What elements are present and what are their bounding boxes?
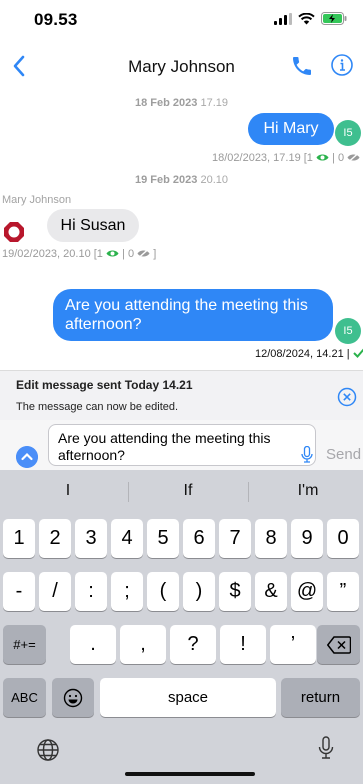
home-indicator[interactable] xyxy=(125,772,255,776)
message-meta-text: 19/02/2023, 20.10 [1 xyxy=(2,248,103,260)
key[interactable]: 1 xyxy=(3,519,35,558)
date-separator-day: 18 Feb 2023 xyxy=(135,97,198,109)
message-text: Hi Mary xyxy=(263,120,319,137)
return-key[interactable]: return xyxy=(281,678,360,717)
avatar: I5 xyxy=(335,318,361,344)
read-eye-icon xyxy=(316,154,329,161)
info-icon[interactable] xyxy=(330,53,354,77)
backspace-icon xyxy=(326,635,351,654)
chevron-up-icon[interactable] xyxy=(16,446,38,468)
status-bar: 09.53 xyxy=(0,0,363,42)
sender-name: Mary Johnson xyxy=(2,194,72,206)
battery-charging-icon xyxy=(321,12,347,25)
key[interactable]: ” xyxy=(327,572,359,611)
send-button[interactable]: Send xyxy=(326,446,361,463)
key[interactable]: & xyxy=(255,572,287,611)
unread-eye-icon xyxy=(347,152,360,163)
key[interactable]: , xyxy=(120,625,166,664)
delivered-check-icon xyxy=(352,348,363,358)
key[interactable]: @ xyxy=(291,572,323,611)
message-text: Are you attending the meeting this after… xyxy=(65,297,308,333)
suggestion-bar: I If I'm xyxy=(0,470,363,512)
message-composer: Are you attending the meeting this after… xyxy=(0,420,363,470)
key[interactable]: ( xyxy=(147,572,179,611)
message-meta-tail: | 0 xyxy=(332,152,345,164)
key[interactable]: 7 xyxy=(219,519,251,558)
key[interactable]: ’ xyxy=(270,625,316,664)
key[interactable]: . xyxy=(70,625,116,664)
contact-avatar-icon xyxy=(4,222,24,242)
key[interactable]: - xyxy=(3,572,35,611)
message-meta-tail: | 0 xyxy=(122,248,135,260)
date-separator-time: 20.10 xyxy=(200,174,228,186)
microphone-icon[interactable] xyxy=(318,736,334,760)
date-separator: 18 Feb 2023 17.19 xyxy=(0,97,363,109)
message-meta: 19/02/2023, 20.10 [1 | 0 ] xyxy=(2,248,156,260)
symbols-shift-key[interactable]: #+= xyxy=(3,625,46,664)
suggestion-item[interactable]: I'm xyxy=(248,482,363,500)
date-separator-day: 19 Feb 2023 xyxy=(135,174,198,186)
suggestion-item[interactable]: If xyxy=(128,482,248,500)
edit-banner-title: Edit message sent Today 14.21 xyxy=(16,378,193,392)
key[interactable]: 9 xyxy=(291,519,323,558)
edit-banner-subtitle: The message can now be edited. xyxy=(16,401,179,413)
unread-eye-icon xyxy=(137,248,150,259)
conversation-header: Mary Johnson xyxy=(0,44,363,88)
message-meta-end: ] xyxy=(153,248,157,260)
key[interactable]: 4 xyxy=(111,519,143,558)
key[interactable]: $ xyxy=(219,572,251,611)
read-eye-icon xyxy=(106,250,119,257)
message-meta-text: 12/08/2024, 14.21 | xyxy=(255,348,350,360)
outgoing-message-bubble[interactable]: Hi Mary xyxy=(248,113,334,145)
key[interactable]: ; xyxy=(111,572,143,611)
backspace-key[interactable] xyxy=(317,625,360,664)
phone-icon[interactable] xyxy=(290,54,314,78)
status-icons xyxy=(274,12,347,25)
wifi-icon xyxy=(298,12,315,24)
key[interactable]: 2 xyxy=(39,519,71,558)
key[interactable]: ) xyxy=(183,572,215,611)
signal-icon xyxy=(274,12,292,25)
key[interactable]: : xyxy=(75,572,107,611)
message-meta-text: 18/02/2023, 17.19 [1 xyxy=(212,152,313,164)
cancel-edit-icon[interactable] xyxy=(337,387,357,407)
edit-message-banner: Edit message sent Today 14.21 The messag… xyxy=(0,370,363,420)
dictation-mic-icon[interactable] xyxy=(301,446,313,463)
emoji-icon xyxy=(63,688,83,707)
date-separator: 19 Feb 2023 20.10 xyxy=(0,174,363,186)
abc-key[interactable]: ABC xyxy=(3,678,46,717)
avatar: I5 xyxy=(335,120,361,146)
keyboard: I If I'm 1 2 3 4 5 6 7 8 9 0 - / : ; ( )… xyxy=(0,470,363,784)
key[interactable]: ! xyxy=(220,625,266,664)
message-meta: 12/08/2024, 14.21 | xyxy=(255,348,363,360)
message-meta: 18/02/2023, 17.19 [1 | 0 xyxy=(212,152,360,164)
status-time: 09.53 xyxy=(34,10,78,29)
globe-icon[interactable] xyxy=(36,738,60,762)
key[interactable]: / xyxy=(39,572,71,611)
outgoing-message-bubble-editing[interactable]: Are you attending the meeting this after… xyxy=(53,289,333,341)
key[interactable]: 8 xyxy=(255,519,287,558)
message-input[interactable]: Are you attending the meeting this after… xyxy=(48,424,316,466)
incoming-message-bubble[interactable]: Hi Susan xyxy=(47,209,139,242)
message-text: Hi Susan xyxy=(60,216,126,234)
key[interactable]: ? xyxy=(170,625,216,664)
key[interactable]: 3 xyxy=(75,519,107,558)
emoji-key[interactable] xyxy=(52,678,94,717)
key[interactable]: 6 xyxy=(183,519,215,558)
suggestion-item[interactable]: I xyxy=(8,482,128,500)
key[interactable]: 0 xyxy=(327,519,359,558)
key[interactable]: 5 xyxy=(147,519,179,558)
space-key[interactable]: space xyxy=(100,678,276,717)
date-separator-time: 17.19 xyxy=(200,97,228,109)
